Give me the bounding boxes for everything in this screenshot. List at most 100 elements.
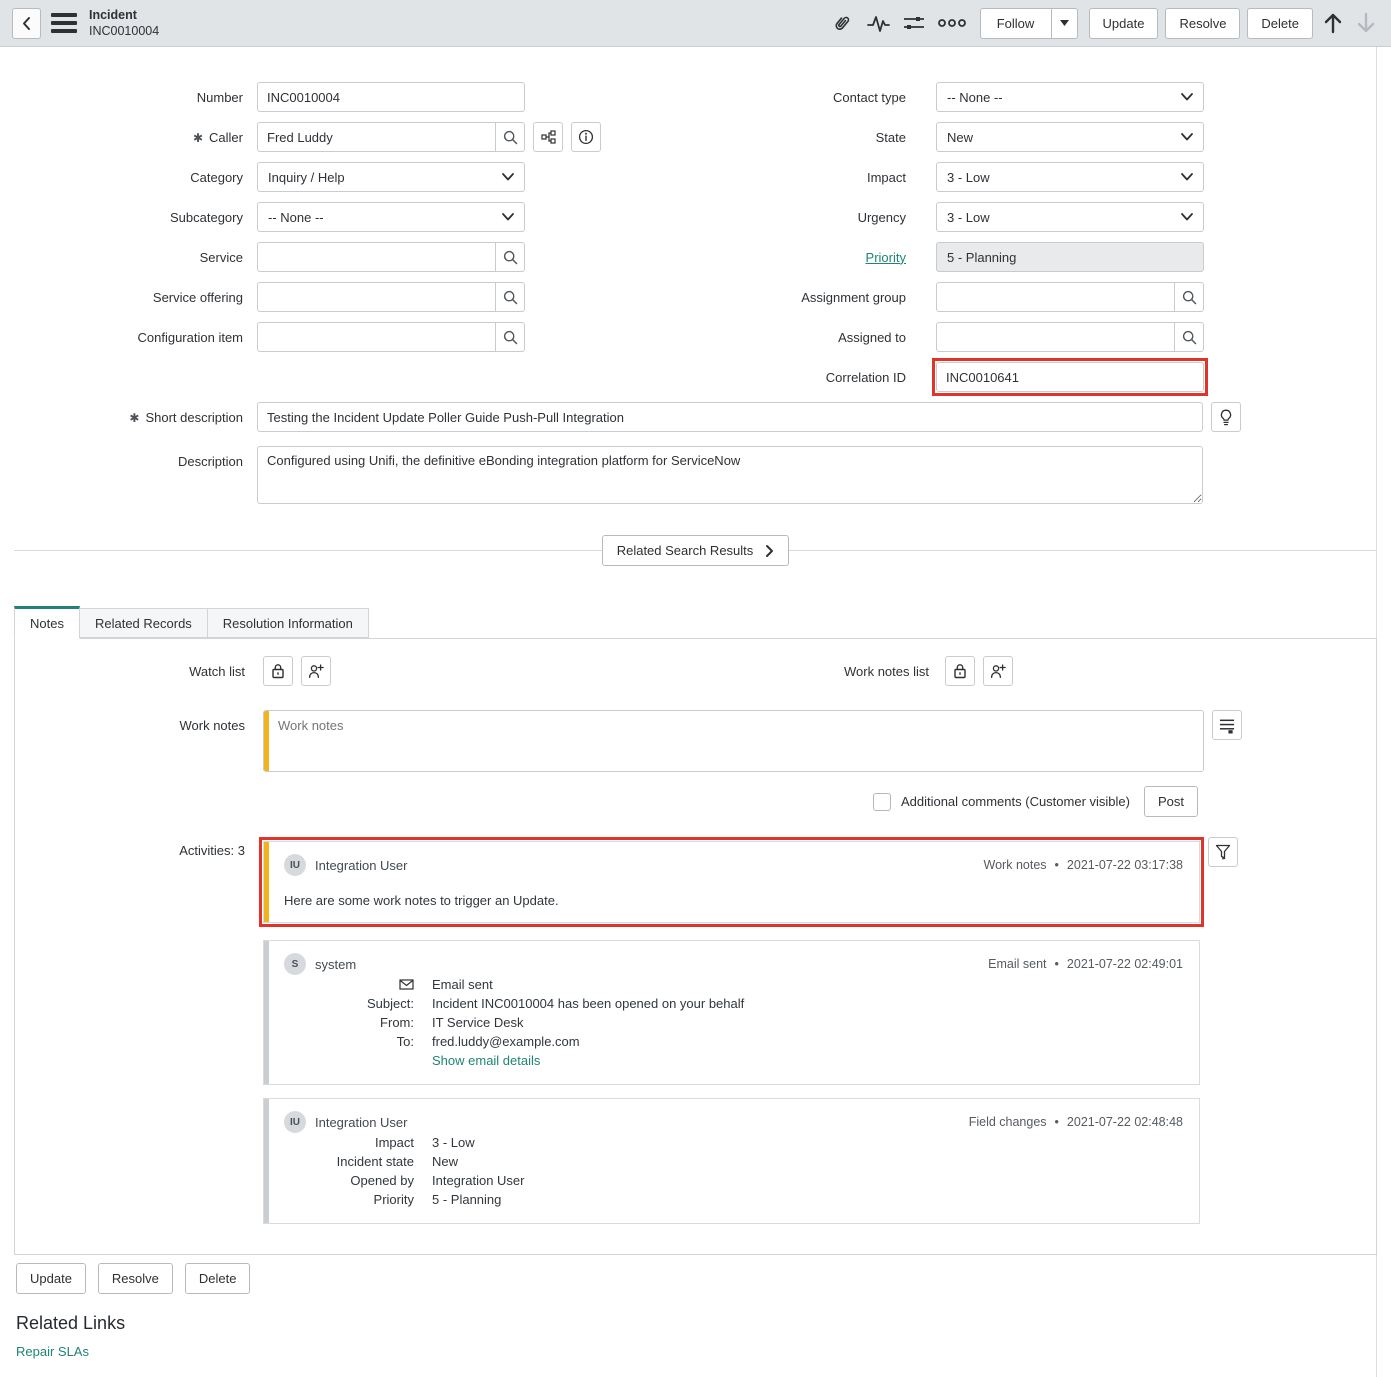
repair-slas-link[interactable]: Repair SLAs	[16, 1344, 89, 1359]
activity-author[interactable]: system	[315, 957, 356, 972]
assignment-group-lookup-button[interactable]	[1174, 282, 1204, 312]
avatar: IU	[284, 854, 306, 876]
priority-link[interactable]: Priority	[866, 250, 906, 265]
person-add-icon	[990, 663, 1006, 679]
category-select[interactable]: Inquiry / Help	[257, 162, 525, 192]
lock-icon	[271, 663, 285, 679]
tab-resolution-information[interactable]: Resolution Information	[207, 608, 369, 638]
avatar: S	[284, 953, 306, 975]
work-notes-field	[263, 710, 1204, 772]
description-textarea[interactable]: Configured using Unifi, the definitive e…	[257, 446, 1203, 504]
caller-input[interactable]	[257, 122, 496, 152]
activity-pulse-icon[interactable]	[863, 9, 893, 37]
search-icon	[503, 130, 518, 145]
activity-entry-email-sent: S system Email sent • 2021-07-22 02:49:0…	[263, 940, 1200, 1085]
change-value: 5 - Planning	[432, 1190, 501, 1209]
service-offering-label: Service offering	[12, 290, 257, 305]
urgency-select[interactable]: 3 - Low	[936, 202, 1204, 232]
work-notes-list-add-person-button[interactable]	[983, 656, 1013, 686]
configuration-item-label: Configuration item	[12, 330, 257, 345]
correlation-id-annotation-box	[932, 358, 1208, 396]
number-input[interactable]	[257, 82, 525, 112]
watch-list-lock-button[interactable]	[263, 656, 293, 686]
work-notes-textarea[interactable]	[269, 711, 1203, 771]
back-button[interactable]	[12, 8, 41, 39]
change-field: Incident state	[284, 1152, 432, 1171]
work-notes-label: Work notes	[15, 710, 263, 733]
change-value: 3 - Low	[432, 1133, 475, 1152]
show-email-details-link[interactable]: Show email details	[432, 1051, 540, 1070]
caller-show-related-button[interactable]	[533, 122, 563, 152]
attachment-icon[interactable]	[828, 9, 856, 37]
activity-type: Email sent	[988, 957, 1046, 971]
additional-actions-menu-icon[interactable]	[51, 13, 77, 33]
resolve-button-header[interactable]: Resolve	[1165, 8, 1240, 39]
incident-form: Number ✱Caller Category Inquiry / Help	[0, 47, 1391, 547]
tab-related-records[interactable]: Related Records	[79, 608, 208, 638]
form-header: Incident INC0010004 Follow Update Resolv…	[0, 0, 1391, 47]
post-button[interactable]: Post	[1144, 786, 1198, 817]
number-label: Number	[12, 90, 257, 105]
contact-type-select[interactable]: -- None --	[936, 82, 1204, 112]
follow-button[interactable]: Follow	[980, 8, 1052, 39]
activity-type: Work notes	[984, 858, 1047, 872]
correlation-id-input[interactable]	[936, 362, 1204, 392]
priority-readonly-field: 5 - Planning	[936, 242, 1204, 272]
activity-type: Field changes	[969, 1115, 1047, 1129]
state-select[interactable]: New	[936, 122, 1204, 152]
activities-count-label: Activities: 3	[15, 837, 263, 858]
urgency-label: Urgency	[692, 210, 936, 225]
work-notes-list-lock-button[interactable]	[945, 656, 975, 686]
subcategory-select[interactable]: -- None --	[257, 202, 525, 232]
work-notes-list-label: Work notes list	[339, 664, 945, 679]
service-input[interactable]	[257, 242, 496, 272]
caller-lookup-button[interactable]	[495, 122, 525, 152]
chevron-down-icon	[1181, 93, 1193, 101]
toggle-activity-stream-button[interactable]	[1212, 710, 1242, 740]
resolve-button-footer[interactable]: Resolve	[98, 1263, 173, 1294]
service-offering-input[interactable]	[257, 282, 496, 312]
funnel-icon	[1215, 844, 1231, 861]
short-description-label: ✱Short description	[12, 410, 257, 425]
chevron-down-icon	[1181, 133, 1193, 141]
more-options-icon[interactable]	[935, 15, 969, 31]
assigned-to-input[interactable]	[936, 322, 1175, 352]
configuration-item-lookup-button[interactable]	[495, 322, 525, 352]
additional-comments-checkbox[interactable]	[873, 793, 891, 811]
email-status: Email sent	[432, 975, 493, 994]
activity-stream-icon	[1219, 717, 1235, 734]
activity-author[interactable]: Integration User	[315, 858, 408, 873]
watch-list-add-person-button[interactable]	[301, 656, 331, 686]
notes-tab-panel: Watch list Work notes list Work notes	[14, 638, 1377, 1255]
assigned-to-lookup-button[interactable]	[1174, 322, 1204, 352]
delete-button-header[interactable]: Delete	[1247, 8, 1313, 39]
tab-notes[interactable]: Notes	[14, 606, 80, 639]
state-label: State	[692, 130, 936, 145]
impact-select[interactable]: 3 - Low	[936, 162, 1204, 192]
scroll-up-icon[interactable]	[1320, 9, 1346, 37]
chevron-down-icon	[1181, 173, 1193, 181]
service-offering-lookup-button[interactable]	[495, 282, 525, 312]
activity-author[interactable]: Integration User	[315, 1115, 408, 1130]
service-lookup-button[interactable]	[495, 242, 525, 272]
related-search-results-button[interactable]: Related Search Results	[602, 535, 790, 566]
follow-dropdown-button[interactable]	[1051, 8, 1078, 39]
activity-entry-work-notes: IU Integration User Work notes • 2021-07…	[263, 841, 1200, 923]
update-button-footer[interactable]: Update	[16, 1263, 86, 1294]
caller-preview-button[interactable]	[571, 122, 601, 152]
email-from-value: IT Service Desk	[432, 1013, 524, 1032]
scroll-down-icon[interactable]	[1353, 9, 1379, 37]
required-icon: ✱	[193, 131, 203, 145]
subcategory-label: Subcategory	[12, 210, 257, 225]
configuration-item-input[interactable]	[257, 322, 496, 352]
assignment-group-input[interactable]	[936, 282, 1175, 312]
change-field: Impact	[284, 1133, 432, 1152]
activity-timestamp: 2021-07-22 02:49:01	[1067, 957, 1183, 971]
update-button-header[interactable]: Update	[1089, 8, 1159, 39]
personalize-form-icon[interactable]	[900, 9, 928, 37]
lock-icon	[953, 663, 967, 679]
delete-button-footer[interactable]: Delete	[185, 1263, 251, 1294]
short-description-input[interactable]	[257, 402, 1203, 432]
filter-activity-button[interactable]	[1208, 837, 1238, 867]
suggestion-lightbulb-button[interactable]	[1211, 402, 1241, 432]
